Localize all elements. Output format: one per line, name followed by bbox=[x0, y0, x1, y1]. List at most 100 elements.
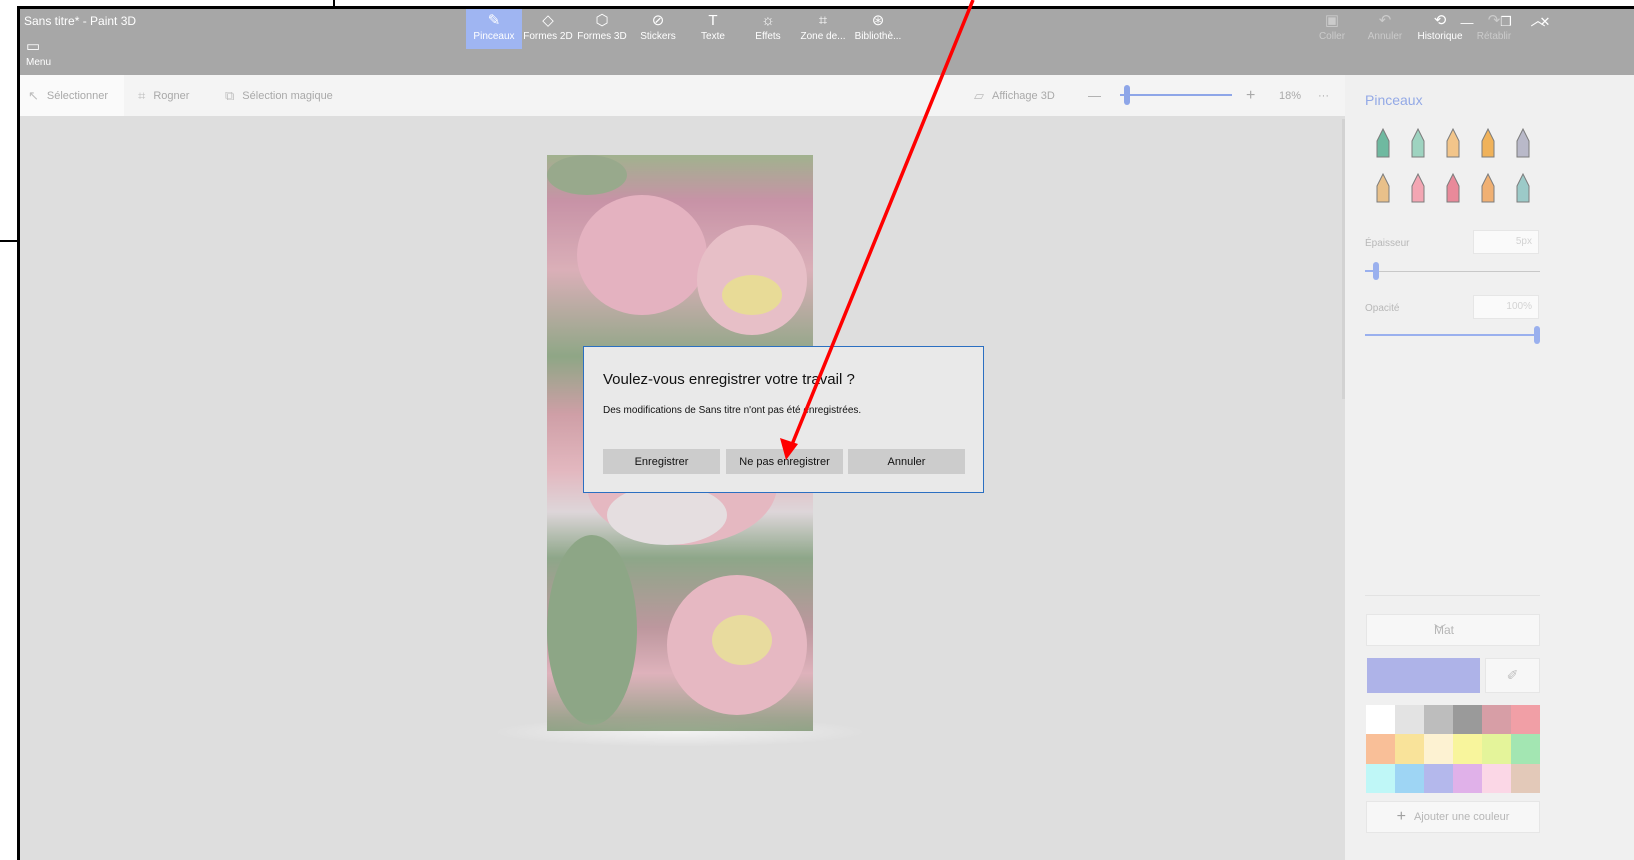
zoom-slider-track[interactable] bbox=[1120, 94, 1232, 96]
paste-button[interactable]: ▣ Coller bbox=[1304, 9, 1360, 49]
color-swatch[interactable] bbox=[1482, 734, 1511, 764]
thickness-input[interactable]: 5px bbox=[1473, 230, 1539, 254]
color-swatch[interactable] bbox=[1511, 763, 1540, 793]
thickness-slider-track[interactable] bbox=[1365, 271, 1540, 272]
tool-effects[interactable]: ☼ Effets bbox=[740, 9, 796, 49]
color-swatch[interactable] bbox=[1366, 705, 1395, 735]
color-swatch[interactable] bbox=[1424, 763, 1453, 793]
spray-can-icon[interactable] bbox=[1474, 172, 1502, 204]
crop-label: Rogner bbox=[153, 89, 190, 102]
paste-icon: ▣ bbox=[1324, 12, 1340, 29]
tool-label: Bibliothè... bbox=[854, 31, 902, 42]
tool-2d-shapes[interactable]: ◇ Formes 2D bbox=[520, 9, 576, 49]
tool-library[interactable]: ⊛ Bibliothè... bbox=[850, 9, 906, 49]
tool-label: Stickers bbox=[640, 31, 676, 42]
brushes-side-panel: Pinceaux Épaisseur 5px Opacité 100% Mat … bbox=[1345, 75, 1634, 860]
opacity-label: Opacité bbox=[1365, 303, 1400, 314]
chevron-down-icon: ﹀ bbox=[1434, 623, 1447, 637]
calligraphy-pen-icon[interactable] bbox=[1404, 127, 1432, 159]
crayon-icon[interactable] bbox=[1439, 172, 1467, 204]
color-swatch[interactable] bbox=[1424, 734, 1453, 764]
finish-dropdown[interactable]: Mat ﹀ bbox=[1366, 614, 1540, 646]
add-color-label: Ajouter une couleur bbox=[1413, 811, 1510, 823]
view-3d-toggle[interactable]: ▱ Affichage 3D bbox=[974, 75, 1055, 116]
dialog-title: Voulez-vous enregistrer votre travail ? bbox=[603, 371, 855, 388]
shapes-2d-icon: ◇ bbox=[542, 12, 554, 29]
more-options-button[interactable]: ··· bbox=[1318, 75, 1329, 116]
color-swatch[interactable] bbox=[1482, 763, 1511, 793]
color-palette bbox=[1366, 705, 1540, 793]
menu-label: Menu bbox=[26, 57, 52, 68]
cube-icon: ⬡ bbox=[595, 12, 609, 29]
eyedropper-button[interactable]: ✐ bbox=[1485, 658, 1540, 693]
history-icon: ⟲ bbox=[1433, 12, 1447, 29]
view3d-label: Affichage 3D bbox=[992, 89, 1055, 102]
text-icon: T bbox=[708, 12, 718, 29]
thickness-label: Épaisseur bbox=[1365, 238, 1410, 249]
color-swatch[interactable] bbox=[1453, 734, 1482, 764]
pixel-pen-icon[interactable] bbox=[1509, 127, 1537, 159]
pencil-icon[interactable] bbox=[1369, 172, 1397, 204]
color-swatch[interactable] bbox=[1395, 763, 1424, 793]
thickness-slider-thumb[interactable] bbox=[1373, 262, 1379, 280]
zoom-level: 18% bbox=[1279, 89, 1302, 102]
magic-select-label: Sélection magique bbox=[242, 89, 333, 102]
add-color-button[interactable]: + Ajouter une couleur bbox=[1366, 801, 1540, 833]
color-swatch[interactable] bbox=[1366, 734, 1395, 764]
menu-button[interactable]: ▭ Menu bbox=[26, 35, 51, 75]
zoom-in-button[interactable]: + bbox=[1246, 75, 1255, 116]
color-swatch[interactable] bbox=[1395, 705, 1424, 735]
dont-save-button[interactable]: Ne pas enregistrer bbox=[726, 449, 843, 474]
color-swatch[interactable] bbox=[1511, 705, 1540, 735]
tool-label: Coller bbox=[1318, 31, 1346, 42]
undo-button[interactable]: ↶ Annuler bbox=[1357, 9, 1413, 49]
crop-icon: ⌗ bbox=[138, 87, 146, 103]
zoom-slider-thumb[interactable] bbox=[1124, 85, 1130, 105]
color-swatch[interactable] bbox=[1453, 705, 1482, 735]
opacity-input[interactable]: 100% bbox=[1473, 295, 1539, 319]
color-swatch[interactable] bbox=[1511, 734, 1540, 764]
collapse-toolbar-button[interactable]: ︿ bbox=[1518, 9, 1558, 49]
sticker-icon: ⊘ bbox=[651, 12, 665, 29]
fill-icon[interactable] bbox=[1509, 172, 1537, 204]
color-swatch[interactable] bbox=[1453, 763, 1482, 793]
tool-label: Pinceaux bbox=[473, 31, 515, 42]
tool-canvas[interactable]: ⌗ Zone de... bbox=[795, 9, 851, 49]
view-3d-icon: ▱ bbox=[974, 87, 984, 103]
window-title: Sans titre* - Paint 3D bbox=[24, 14, 137, 28]
color-swatch[interactable] bbox=[1395, 734, 1424, 764]
chevron-up-icon: ︿ bbox=[1530, 12, 1546, 29]
history-button[interactable]: ⟲ Historique bbox=[1412, 9, 1468, 49]
save-dialog: Voulez-vous enregistrer votre travail ? … bbox=[583, 346, 984, 493]
select-button[interactable]: ↖ Sélectionner bbox=[20, 75, 124, 116]
marker-icon[interactable] bbox=[1369, 127, 1397, 159]
select-label: Sélectionner bbox=[46, 89, 109, 102]
panel-divider bbox=[1365, 595, 1540, 596]
tool-stickers[interactable]: ⊘ Stickers bbox=[630, 9, 686, 49]
current-color-swatch[interactable] bbox=[1367, 658, 1480, 693]
color-swatch[interactable] bbox=[1366, 763, 1395, 793]
opacity-slider-thumb[interactable] bbox=[1534, 326, 1540, 344]
color-swatch[interactable] bbox=[1424, 705, 1453, 735]
save-button[interactable]: Enregistrer bbox=[603, 449, 720, 474]
tool-brushes[interactable]: ✎ Pinceaux bbox=[466, 9, 522, 49]
oil-brush-icon[interactable] bbox=[1439, 127, 1467, 159]
zoom-out-button[interactable]: — bbox=[1088, 75, 1101, 116]
color-swatch[interactable] bbox=[1482, 705, 1511, 735]
tool-label: Annuler bbox=[1367, 31, 1403, 42]
tool-label: Effets bbox=[755, 31, 781, 42]
eraser-icon[interactable] bbox=[1404, 172, 1432, 204]
plus-icon: + bbox=[1396, 808, 1406, 825]
brush-icon: ✎ bbox=[487, 12, 501, 29]
magic-select-icon: ⧉ bbox=[225, 87, 235, 103]
crop-button[interactable]: ⌗ Rogner bbox=[138, 75, 189, 116]
redo-button[interactable]: ↷ Rétablir bbox=[1466, 9, 1522, 49]
magic-select-button[interactable]: ⧉ Sélection magique bbox=[225, 75, 333, 116]
watercolor-icon[interactable] bbox=[1474, 127, 1502, 159]
tool-label: Zone de... bbox=[800, 31, 846, 42]
cursor-icon: ↖ bbox=[28, 87, 39, 103]
tool-3d-shapes[interactable]: ⬡ Formes 3D bbox=[574, 9, 630, 49]
tool-text[interactable]: T Texte bbox=[685, 9, 741, 49]
dialog-message: Des modifications de Sans titre n'ont pa… bbox=[603, 405, 862, 416]
cancel-button[interactable]: Annuler bbox=[848, 449, 965, 474]
